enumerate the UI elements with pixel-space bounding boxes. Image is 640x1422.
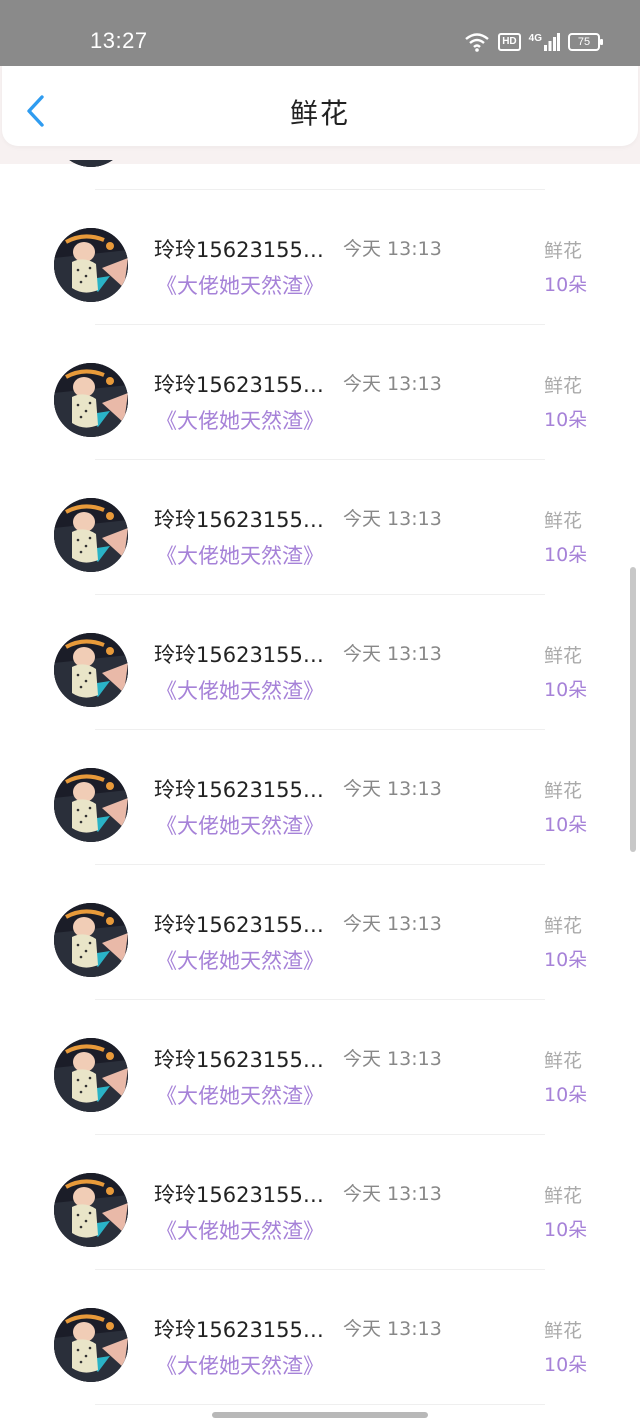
avatar[interactable] — [54, 903, 128, 977]
gift-count: 10朵 — [544, 949, 588, 971]
gift-time: 今天 13:13 — [343, 1183, 442, 1205]
gift-type: 鲜花 — [544, 510, 583, 532]
gift-count: 10朵 — [544, 409, 588, 431]
list-item[interactable]: 玲玲15623155… 今天 13:13 《大佬她天然渣》 鲜花 10朵 — [0, 595, 640, 730]
gift-count: 10朵 — [544, 1219, 588, 1241]
user-name: 玲玲15623155… — [154, 238, 324, 262]
avatar-image — [54, 1038, 128, 1112]
book-title-link[interactable]: 《大佬她天然渣》 — [156, 1350, 324, 1380]
status-icons: HD 4G 75 — [464, 30, 603, 54]
status-bar: 13:27 HD 4G 75 — [0, 0, 640, 66]
avatar[interactable] — [54, 228, 128, 302]
battery-icon: 75 — [568, 33, 603, 51]
book-title-link[interactable]: 《大佬她天然渣》 — [156, 540, 324, 570]
gift-time: 今天 13:13 — [343, 913, 442, 935]
avatar-image — [54, 903, 128, 977]
signal-icon — [544, 33, 560, 51]
user-name: 玲玲15623155… — [154, 1048, 324, 1072]
gift-type: 鲜花 — [544, 645, 583, 667]
avatar[interactable] — [54, 1173, 128, 1247]
gift-type: 鲜花 — [544, 240, 583, 262]
book-title-link[interactable]: 《大佬她天然渣》 — [156, 405, 324, 435]
book-title-link[interactable]: 《大佬她天然渣》 — [156, 810, 324, 840]
book-title-link[interactable]: 《大佬她天然渣》 — [156, 675, 324, 705]
header-area: 鲜花 — [0, 66, 640, 164]
gift-count: 10朵 — [544, 544, 588, 566]
avatar-image — [54, 633, 128, 707]
gift-time: 今天 13:13 — [343, 778, 442, 800]
gift-type: 鲜花 — [544, 1185, 583, 1207]
gift-type: 鲜花 — [544, 780, 583, 802]
avatar-image — [54, 228, 128, 302]
avatar[interactable] — [54, 498, 128, 572]
book-title-link[interactable]: 《大佬她天然渣》 — [156, 270, 324, 300]
user-name: 玲玲15623155… — [154, 913, 324, 937]
wifi-icon — [465, 33, 489, 52]
list-item[interactable]: 玲玲15623155… 今天 13:13 《大佬她天然渣》 鲜花 10朵 — [0, 1270, 640, 1405]
gift-time: 今天 13:13 — [343, 508, 442, 530]
avatar-image — [54, 160, 128, 167]
avatar[interactable] — [54, 160, 128, 167]
network-indicator: 4G — [529, 33, 560, 51]
gift-time: 今天 13:13 — [343, 1048, 442, 1070]
gift-list[interactable]: 《大佬她天然渣》 10朵 玲玲15623155… 今天 13:13 《大佬她天 — [0, 160, 640, 1422]
list-item[interactable]: 玲玲15623155… 今天 13:13 《大佬她天然渣》 鲜花 10朵 — [0, 865, 640, 1000]
gift-time: 今天 13:13 — [343, 1318, 442, 1340]
status-time: 13:27 — [90, 28, 148, 53]
gift-count: 10朵 — [544, 814, 588, 836]
book-title-link[interactable]: 《大佬她天然渣》 — [156, 945, 324, 975]
user-name: 玲玲15623155… — [154, 778, 324, 802]
book-title-link[interactable]: 《大佬她天然渣》 — [156, 160, 324, 165]
list-item[interactable]: 玲玲15623155… 今天 13:13 《大佬她天然渣》 鲜花 10朵 — [0, 730, 640, 865]
book-title-link[interactable]: 《大佬她天然渣》 — [156, 1080, 324, 1110]
gift-count: 10朵 — [544, 1354, 588, 1376]
home-indicator[interactable] — [212, 1412, 428, 1418]
user-name: 玲玲15623155… — [154, 508, 324, 532]
page-title: 鲜花 — [289, 97, 350, 130]
avatar[interactable] — [54, 768, 128, 842]
gift-time: 今天 13:13 — [343, 373, 442, 395]
gift-count: 10朵 — [544, 160, 587, 162]
gift-time: 今天 13:13 — [343, 238, 442, 260]
nav-header: 鲜花 — [2, 66, 638, 146]
avatar[interactable] — [54, 363, 128, 437]
gift-time: 今天 13:13 — [343, 643, 442, 665]
user-name: 玲玲15623155… — [154, 643, 324, 667]
user-name: 玲玲15623155… — [154, 1318, 324, 1342]
user-name: 玲玲15623155… — [154, 373, 324, 397]
divider — [95, 1404, 545, 1405]
list-item[interactable]: 《大佬她天然渣》 10朵 — [0, 160, 640, 190]
gift-type: 鲜花 — [544, 1050, 583, 1072]
gift-type: 鲜花 — [544, 375, 583, 397]
avatar[interactable] — [54, 1038, 128, 1112]
list-item[interactable]: 玲玲15623155… 今天 13:13 《大佬她天然渣》 鲜花 10朵 — [0, 325, 640, 460]
gift-count: 10朵 — [544, 679, 588, 701]
network-label: 4G — [528, 33, 542, 44]
list-item[interactable]: 玲玲15623155… 今天 13:13 《大佬她天然渣》 鲜花 10朵 — [0, 190, 640, 325]
avatar[interactable] — [54, 1308, 128, 1382]
avatar-image — [54, 1173, 128, 1247]
gift-count: 10朵 — [544, 1084, 588, 1106]
gift-type: 鲜花 — [544, 915, 583, 937]
user-name: 玲玲15623155… — [154, 1183, 324, 1207]
avatar[interactable] — [54, 633, 128, 707]
gift-count: 10朵 — [544, 274, 588, 296]
avatar-image — [54, 498, 128, 572]
list-item[interactable]: 玲玲15623155… 今天 13:13 《大佬她天然渣》 鲜花 10朵 — [0, 1000, 640, 1135]
book-title-link[interactable]: 《大佬她天然渣》 — [156, 1215, 324, 1245]
list-item[interactable]: 玲玲15623155… 今天 13:13 《大佬她天然渣》 鲜花 10朵 — [0, 1135, 640, 1270]
hd-icon: HD — [498, 33, 521, 51]
scrollbar[interactable] — [630, 567, 636, 852]
avatar-image — [54, 1308, 128, 1382]
list-item[interactable]: 玲玲15623155… 今天 13:13 《大佬她天然渣》 鲜花 10朵 — [0, 460, 640, 595]
avatar-image — [54, 363, 128, 437]
gift-type: 鲜花 — [544, 1320, 583, 1342]
avatar-image — [54, 768, 128, 842]
